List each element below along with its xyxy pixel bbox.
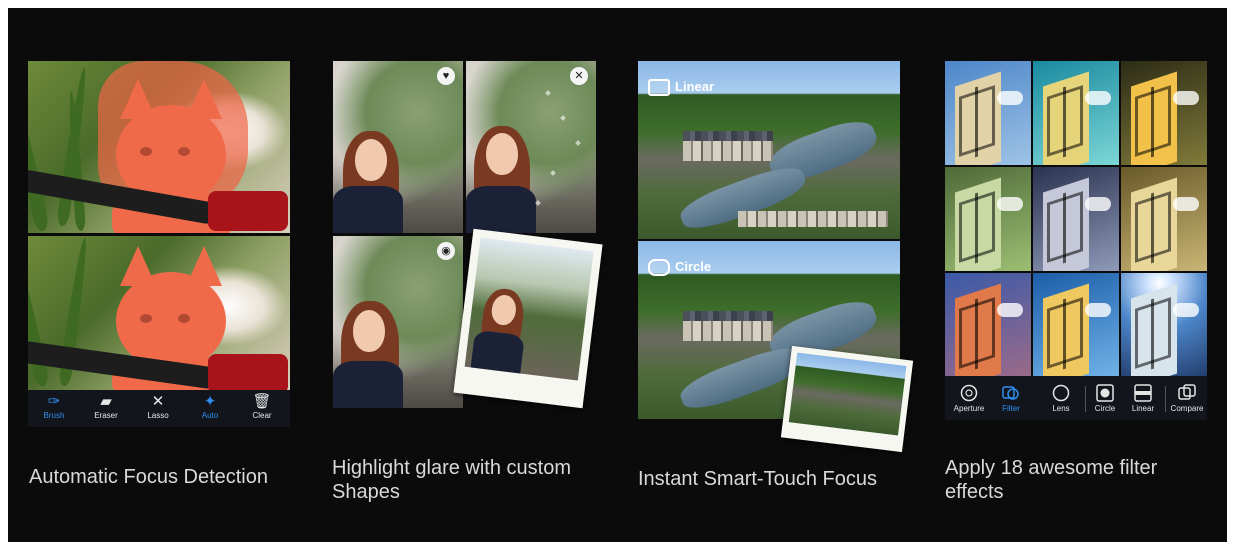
portrait-face bbox=[486, 133, 518, 175]
bike-grip bbox=[208, 354, 288, 391]
panel-filter-grid bbox=[945, 61, 1207, 376]
panel-focus-detection bbox=[28, 61, 290, 391]
toolbar-divider bbox=[1165, 386, 1166, 412]
linear-label: Linear bbox=[1131, 404, 1155, 413]
plant-leaf bbox=[28, 82, 50, 233]
circle-shape-icon bbox=[648, 259, 670, 277]
cat-eye bbox=[140, 147, 152, 156]
caption-glare-shapes: Highlight glare with custom Shapes bbox=[332, 457, 571, 503]
filter-tile[interactable] bbox=[945, 273, 1031, 376]
town-houses bbox=[683, 141, 773, 161]
cat-eye bbox=[140, 314, 152, 323]
auto-button[interactable]: ✦ Auto bbox=[184, 390, 236, 427]
town-houses bbox=[738, 211, 888, 227]
aperture-label: Aperture bbox=[953, 404, 985, 413]
filter-tile[interactable] bbox=[1121, 167, 1207, 271]
filter-tile[interactable] bbox=[945, 61, 1031, 165]
compare-button[interactable]: Compare bbox=[1167, 376, 1207, 420]
filter-tile[interactable] bbox=[1121, 273, 1207, 376]
compare-label: Compare bbox=[1170, 404, 1204, 413]
caption-focus-detection: Automatic Focus Detection bbox=[29, 466, 268, 488]
caption-smart-touch: Instant Smart-Touch Focus bbox=[638, 468, 877, 490]
lasso-icon: ✕ bbox=[151, 393, 165, 410]
filter-toolbar: Aperture Filter Lens Circle Linear Compa… bbox=[945, 376, 1207, 420]
portrait-sparkle: ✕ bbox=[466, 61, 596, 233]
glare-sparkle bbox=[535, 200, 541, 206]
circle-label-text: Circle bbox=[675, 259, 712, 274]
cat-eye bbox=[178, 314, 190, 323]
street-photo bbox=[464, 237, 594, 381]
lens-button[interactable]: Lens bbox=[1041, 376, 1081, 420]
polaroid-street-photo bbox=[453, 228, 603, 409]
filter-tile[interactable] bbox=[1033, 61, 1119, 165]
target-icon[interactable]: ◉ bbox=[437, 242, 455, 260]
filter-icon bbox=[1002, 386, 1019, 400]
lasso-label: Lasso bbox=[147, 411, 169, 420]
eraser-icon: ▰ bbox=[100, 393, 112, 410]
trash-icon: 🗑 bbox=[252, 393, 272, 410]
portrait-dress bbox=[333, 361, 403, 408]
glare-sparkle bbox=[545, 90, 551, 96]
town-roofs bbox=[683, 311, 773, 321]
filter-label: Filter bbox=[1002, 404, 1020, 413]
town-photo-linear: Linear bbox=[638, 61, 900, 239]
clear-label: Clear bbox=[252, 411, 272, 420]
lens-label: Lens bbox=[1052, 404, 1070, 413]
linear-shape-icon bbox=[648, 79, 670, 97]
panel-glare-shapes: ♥ ✕ ◉ bbox=[333, 61, 608, 421]
lens-icon bbox=[1052, 384, 1070, 402]
circle-button[interactable]: Circle bbox=[1085, 376, 1125, 420]
circle-shape-icon bbox=[1096, 384, 1114, 402]
aperture-icon bbox=[960, 384, 978, 402]
brush-icon: ✑ bbox=[47, 393, 61, 410]
town-roofs bbox=[683, 131, 773, 141]
linear-shape-icon bbox=[1134, 384, 1152, 402]
clear-button[interactable]: 🗑 Clear bbox=[236, 390, 288, 427]
aperture-button[interactable]: Aperture bbox=[949, 376, 989, 420]
filter-tile[interactable] bbox=[1121, 61, 1207, 165]
compare-icon bbox=[1178, 384, 1196, 400]
portrait-dress bbox=[333, 186, 403, 233]
lasso-button[interactable]: ✕ Lasso bbox=[132, 390, 184, 427]
glare-sparkle bbox=[575, 140, 581, 146]
glare-sparkle bbox=[560, 115, 566, 121]
auto-label: Auto bbox=[201, 411, 219, 420]
panel-smart-touch: Linear Circle bbox=[638, 61, 914, 453]
portrait-face bbox=[355, 139, 387, 181]
filter-tile[interactable] bbox=[1033, 167, 1119, 271]
portrait-dress bbox=[466, 186, 536, 233]
circle-shape-label[interactable]: Circle bbox=[648, 257, 711, 277]
circle-label: Circle bbox=[1094, 404, 1116, 413]
filter-tile[interactable] bbox=[1033, 273, 1119, 376]
mask-toolbar: ✑ Brush ▰ Eraser ✕ Lasso ✦ Auto 🗑 Clear bbox=[28, 390, 290, 427]
heart-icon[interactable]: ♥ bbox=[437, 67, 455, 85]
showcase-stage: ✑ Brush ▰ Eraser ✕ Lasso ✦ Auto 🗑 Clear … bbox=[8, 8, 1227, 542]
linear-button[interactable]: Linear bbox=[1123, 376, 1163, 420]
portrait-dress bbox=[470, 329, 525, 376]
polaroid-town-photo bbox=[780, 345, 914, 453]
cat-photo-focus bbox=[28, 236, 290, 391]
caption-filter-effects: Apply 18 awesome filter effects bbox=[945, 457, 1158, 503]
brush-label: Brush bbox=[43, 411, 65, 420]
portrait-target: ◉ bbox=[333, 236, 463, 408]
eraser-button[interactable]: ▰ Eraser bbox=[80, 390, 132, 427]
town-thumbnail bbox=[788, 352, 907, 436]
cat-eye bbox=[178, 147, 190, 156]
town-houses bbox=[683, 321, 773, 341]
linear-label-text: Linear bbox=[675, 79, 715, 94]
portrait-face bbox=[353, 310, 385, 352]
plant-leaf bbox=[28, 247, 50, 388]
brush-button[interactable]: ✑ Brush bbox=[28, 390, 80, 427]
portrait-heart: ♥ bbox=[333, 61, 463, 233]
eraser-label: Eraser bbox=[94, 411, 118, 420]
close-icon[interactable]: ✕ bbox=[570, 67, 588, 85]
glare-sparkle bbox=[550, 170, 556, 176]
cat-photo-masked bbox=[28, 61, 290, 233]
magic-wand-icon: ✦ bbox=[203, 393, 217, 410]
bike-grip bbox=[208, 191, 288, 231]
filter-button[interactable]: Filter bbox=[991, 376, 1031, 420]
linear-shape-label[interactable]: Linear bbox=[648, 77, 714, 97]
filter-tile[interactable] bbox=[945, 167, 1031, 271]
